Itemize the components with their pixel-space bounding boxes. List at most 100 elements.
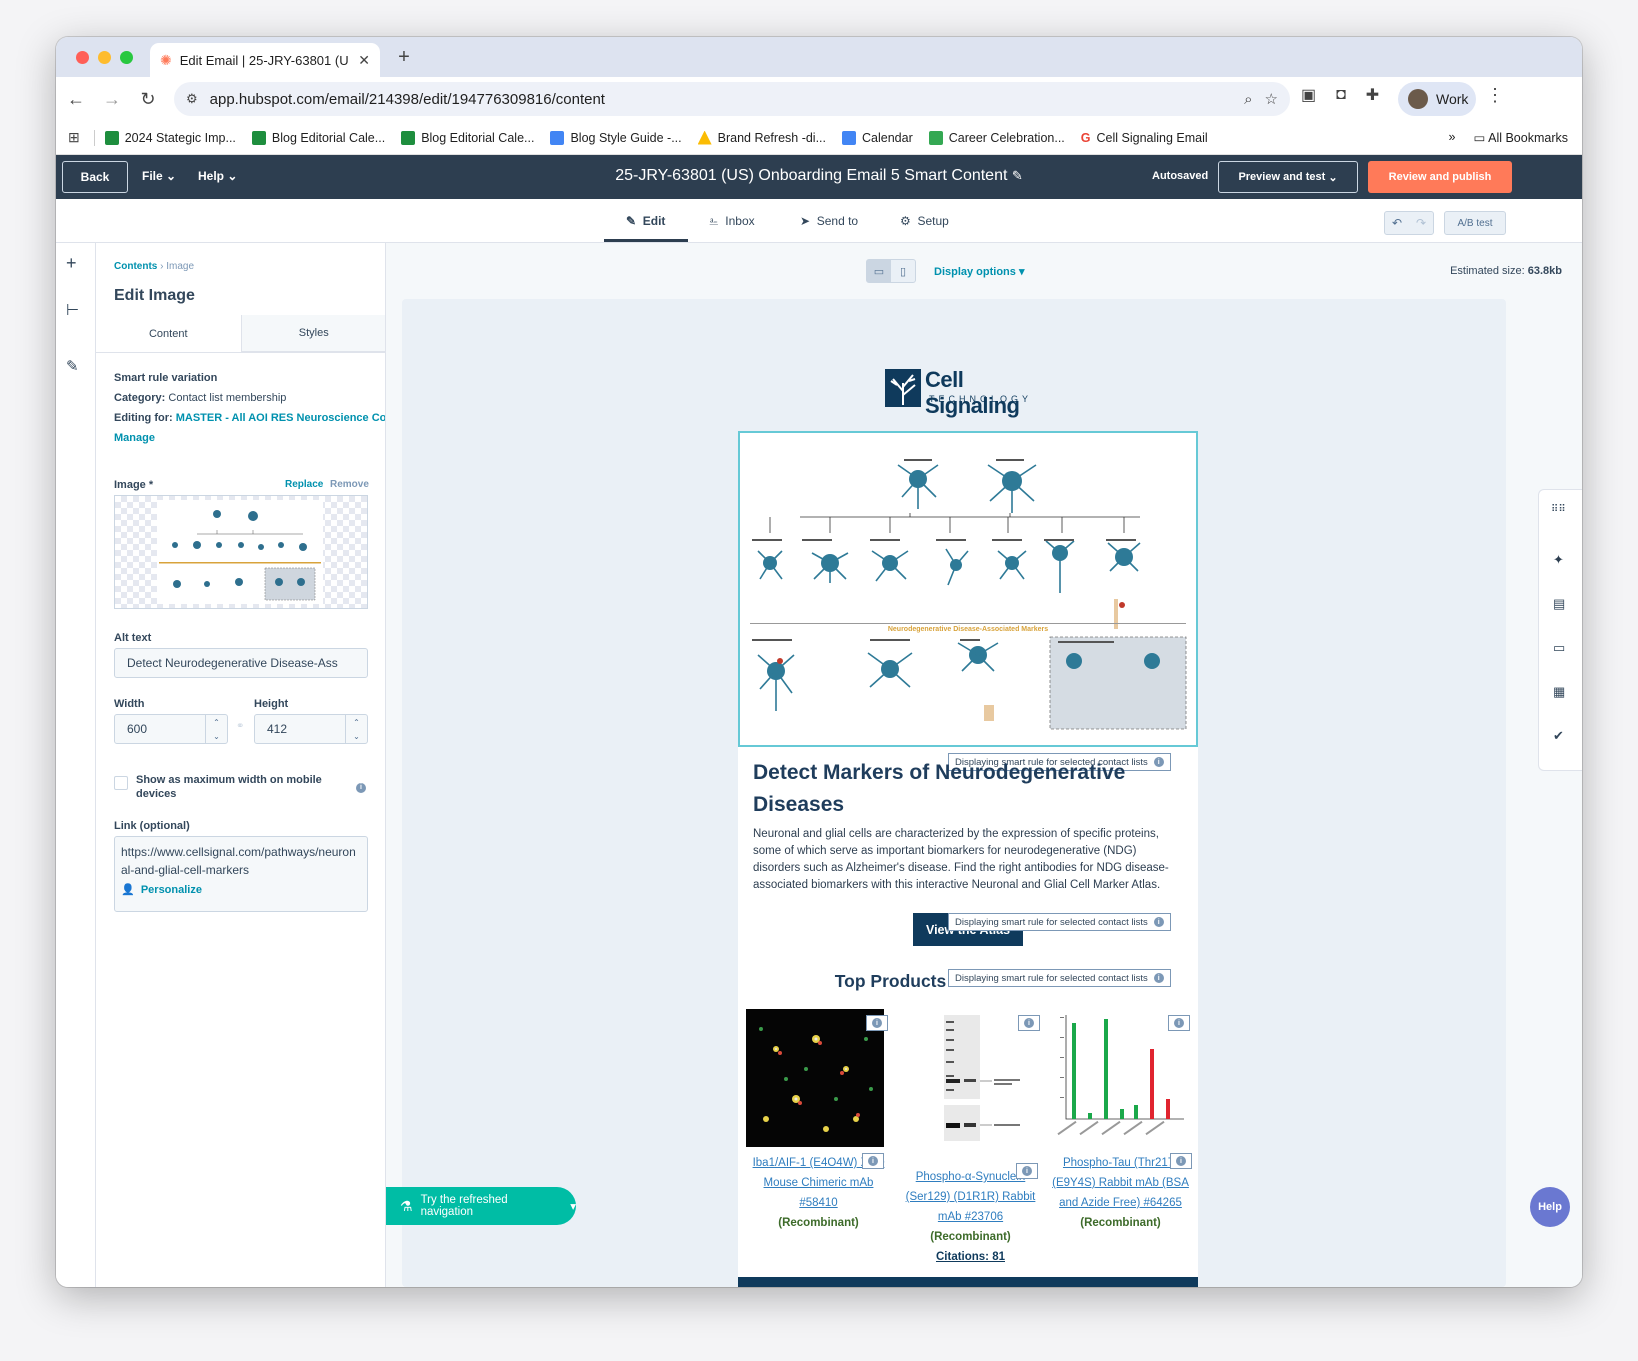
sparkle-icon[interactable]: ✦: [1553, 552, 1564, 568]
preview-and-test-button[interactable]: Preview and test ⌄: [1218, 161, 1358, 193]
check-circle-icon[interactable]: ✔: [1553, 728, 1564, 744]
est-size-label: Estimated size:: [1450, 265, 1525, 277]
info-badge[interactable]: i: [1016, 1163, 1038, 1179]
height-input[interactable]: 412 ⌃ ⌄: [254, 714, 368, 744]
info-badge[interactable]: i: [1170, 1153, 1192, 1169]
editing-for-value[interactable]: MASTER - All AOI RES Neuroscience Co: [176, 412, 385, 424]
width-input[interactable]: 600 ⌃ ⌄: [114, 714, 228, 744]
tab-styles[interactable]: Styles: [241, 315, 385, 352]
new-tab-button[interactable]: +: [392, 46, 416, 69]
undo-icon[interactable]: ↶: [1385, 212, 1409, 234]
info-badge[interactable]: i: [862, 1153, 884, 1169]
bookmarks-right: » ▭ All Bookmarks: [1449, 130, 1568, 145]
width-label: Width: [114, 698, 145, 710]
bookmark-star-icon[interactable]: ☆: [1265, 90, 1278, 108]
minimize-window-button[interactable]: [98, 51, 111, 64]
display-options-dropdown[interactable]: Display options ▾: [934, 265, 1025, 278]
increment-icon[interactable]: ⌃: [206, 715, 227, 729]
try-refreshed-navigation-button[interactable]: ⚗ Try the refreshed navigation ▾: [386, 1187, 576, 1225]
bookmark-label: Blog Editorial Cale...: [421, 130, 535, 145]
manage-link[interactable]: Manage: [114, 432, 155, 444]
info-icon[interactable]: i: [356, 777, 366, 793]
smart-rule-pill[interactable]: Displaying smart rule for selected conta…: [948, 913, 1171, 931]
smart-rule-pill[interactable]: Displaying smart rule for selected conta…: [948, 969, 1171, 987]
bookmark-item[interactable]: Career Celebration...: [928, 130, 1065, 145]
info-badge[interactable]: i: [1018, 1015, 1040, 1031]
tab-edit[interactable]: ✎ Edit: [626, 214, 665, 228]
more-bookmarks-icon[interactable]: »: [1449, 130, 1456, 145]
zoom-icon[interactable]: ⌕: [1244, 91, 1252, 108]
tab-send-to-label: Send to: [816, 214, 859, 228]
puzzle-icon[interactable]: ✚: [1366, 85, 1379, 105]
apps-grid-icon[interactable]: ⊞: [68, 129, 80, 146]
redo-icon[interactable]: ↷: [1409, 212, 1433, 234]
site-settings-icon[interactable]: ⚙: [186, 91, 198, 107]
reload-icon[interactable]: ↻: [130, 89, 166, 110]
logo-text: Cell Signaling: [925, 367, 1020, 418]
replace-link[interactable]: Replace: [285, 479, 323, 490]
calendar-icon[interactable]: ▦: [1553, 684, 1565, 700]
csn-logo[interactable]: Cell Signaling TECHNOLOGY: [885, 367, 1055, 418]
product-card[interactable]: i Iba1/AIF-1 (E4O4W) XP® Mouse Chimeric …: [746, 1009, 891, 1233]
citations-link[interactable]: Citations: 81: [898, 1247, 1043, 1267]
bookmark-item[interactable]: Blog Style Guide -...: [550, 130, 682, 145]
product-card[interactable]: i Phospho-α-Synuclein (Ser129) (D1R1R) R…: [898, 1009, 1043, 1267]
help-button[interactable]: Help: [1530, 1187, 1570, 1227]
editing-for-label: Editing for:: [114, 412, 173, 424]
close-tab-icon[interactable]: ✕: [358, 52, 370, 69]
close-window-button[interactable]: [76, 51, 89, 64]
image-preview[interactable]: [114, 495, 368, 609]
review-and-publish-button[interactable]: Review and publish: [1368, 161, 1512, 193]
bookmark-item[interactable]: G Cell Signaling Email: [1081, 131, 1208, 145]
desktop-icon[interactable]: ▭: [867, 260, 891, 282]
camera-icon[interactable]: ◘: [1336, 86, 1346, 104]
hero-image-selected[interactable]: Neurodegenerative Disease-Associated Mar…: [738, 431, 1198, 747]
personalize-button[interactable]: 👤 Personalize: [121, 881, 361, 899]
tab-setup[interactable]: ⚙ Setup: [900, 214, 949, 228]
info-icon: i: [1024, 1018, 1034, 1028]
url-bar[interactable]: ⚙ app.hubspot.com/email/214398/edit/1947…: [174, 82, 1290, 116]
drag-handle-icon[interactable]: ⠿⠿: [1551, 504, 1566, 515]
link-input[interactable]: https://www.cellsignal.com/pathways/neur…: [114, 836, 368, 912]
profile-button[interactable]: Work: [1398, 82, 1476, 116]
extension-icon[interactable]: ▣: [1301, 85, 1316, 105]
email-heading[interactable]: Detect Markers of Neurodegenerative Dise…: [753, 757, 1183, 821]
maximize-window-button[interactable]: [120, 51, 133, 64]
tab-inbox[interactable]: ⎁ Inbox: [709, 214, 755, 229]
mobile-max-width-label: Show as maximum width on mobile devices: [136, 774, 322, 800]
back-arrow-icon[interactable]: ←: [58, 89, 94, 110]
info-badge[interactable]: i: [866, 1015, 888, 1031]
decrement-icon[interactable]: ⌄: [346, 729, 367, 743]
tab-send-to[interactable]: ➤ Send to: [800, 214, 858, 228]
bookmark-item[interactable]: Calendar: [842, 130, 913, 145]
info-badge[interactable]: i: [1168, 1015, 1190, 1031]
link-aspect-icon[interactable]: ⚭: [236, 721, 244, 732]
bookmark-item[interactable]: 2024 Stategic Imp...: [104, 130, 236, 145]
brush-icon[interactable]: ✎: [66, 357, 79, 375]
window-icon[interactable]: ▭: [1553, 640, 1565, 656]
pencil-icon[interactable]: ✎: [1012, 168, 1023, 183]
ab-test-button[interactable]: A/B test: [1444, 211, 1506, 235]
email-paragraph[interactable]: Neuronal and glial cells are characteriz…: [753, 826, 1183, 894]
all-bookmarks[interactable]: ▭ All Bookmarks: [1474, 130, 1569, 145]
decrement-icon[interactable]: ⌄: [206, 729, 227, 743]
add-icon[interactable]: +: [66, 253, 77, 274]
tab-content[interactable]: Content: [96, 315, 242, 352]
mobile-icon[interactable]: ▯: [891, 260, 915, 282]
bookmark-item[interactable]: Blog Editorial Cale...: [251, 130, 385, 145]
browser-menu-icon[interactable]: ⋮: [1486, 85, 1504, 106]
bookmark-item[interactable]: Blog Editorial Cale...: [401, 130, 535, 145]
increment-icon[interactable]: ⌃: [346, 715, 367, 729]
breadcrumb-contents[interactable]: Contents: [114, 261, 157, 272]
alt-text-input[interactable]: Detect Neurodegenerative Disease-Ass: [114, 648, 368, 678]
tree-icon[interactable]: ⊢: [66, 301, 79, 319]
drive-icon: [697, 130, 712, 145]
mobile-max-width-checkbox[interactable]: [114, 776, 128, 790]
comment-icon[interactable]: ▤: [1553, 596, 1565, 612]
remove-link[interactable]: Remove: [330, 479, 369, 490]
link-label: Link (optional): [114, 820, 190, 832]
browser-tab-active[interactable]: ✺ Edit Email | 25-JRY-63801 (U ✕: [150, 43, 380, 77]
bookmark-item[interactable]: Brand Refresh -di...: [697, 130, 826, 145]
forward-arrow-icon[interactable]: →: [94, 89, 130, 110]
product-card[interactable]: i Phospho-Tau (Thr217) (E9Y4S) Rabbit mA…: [1048, 1009, 1193, 1233]
